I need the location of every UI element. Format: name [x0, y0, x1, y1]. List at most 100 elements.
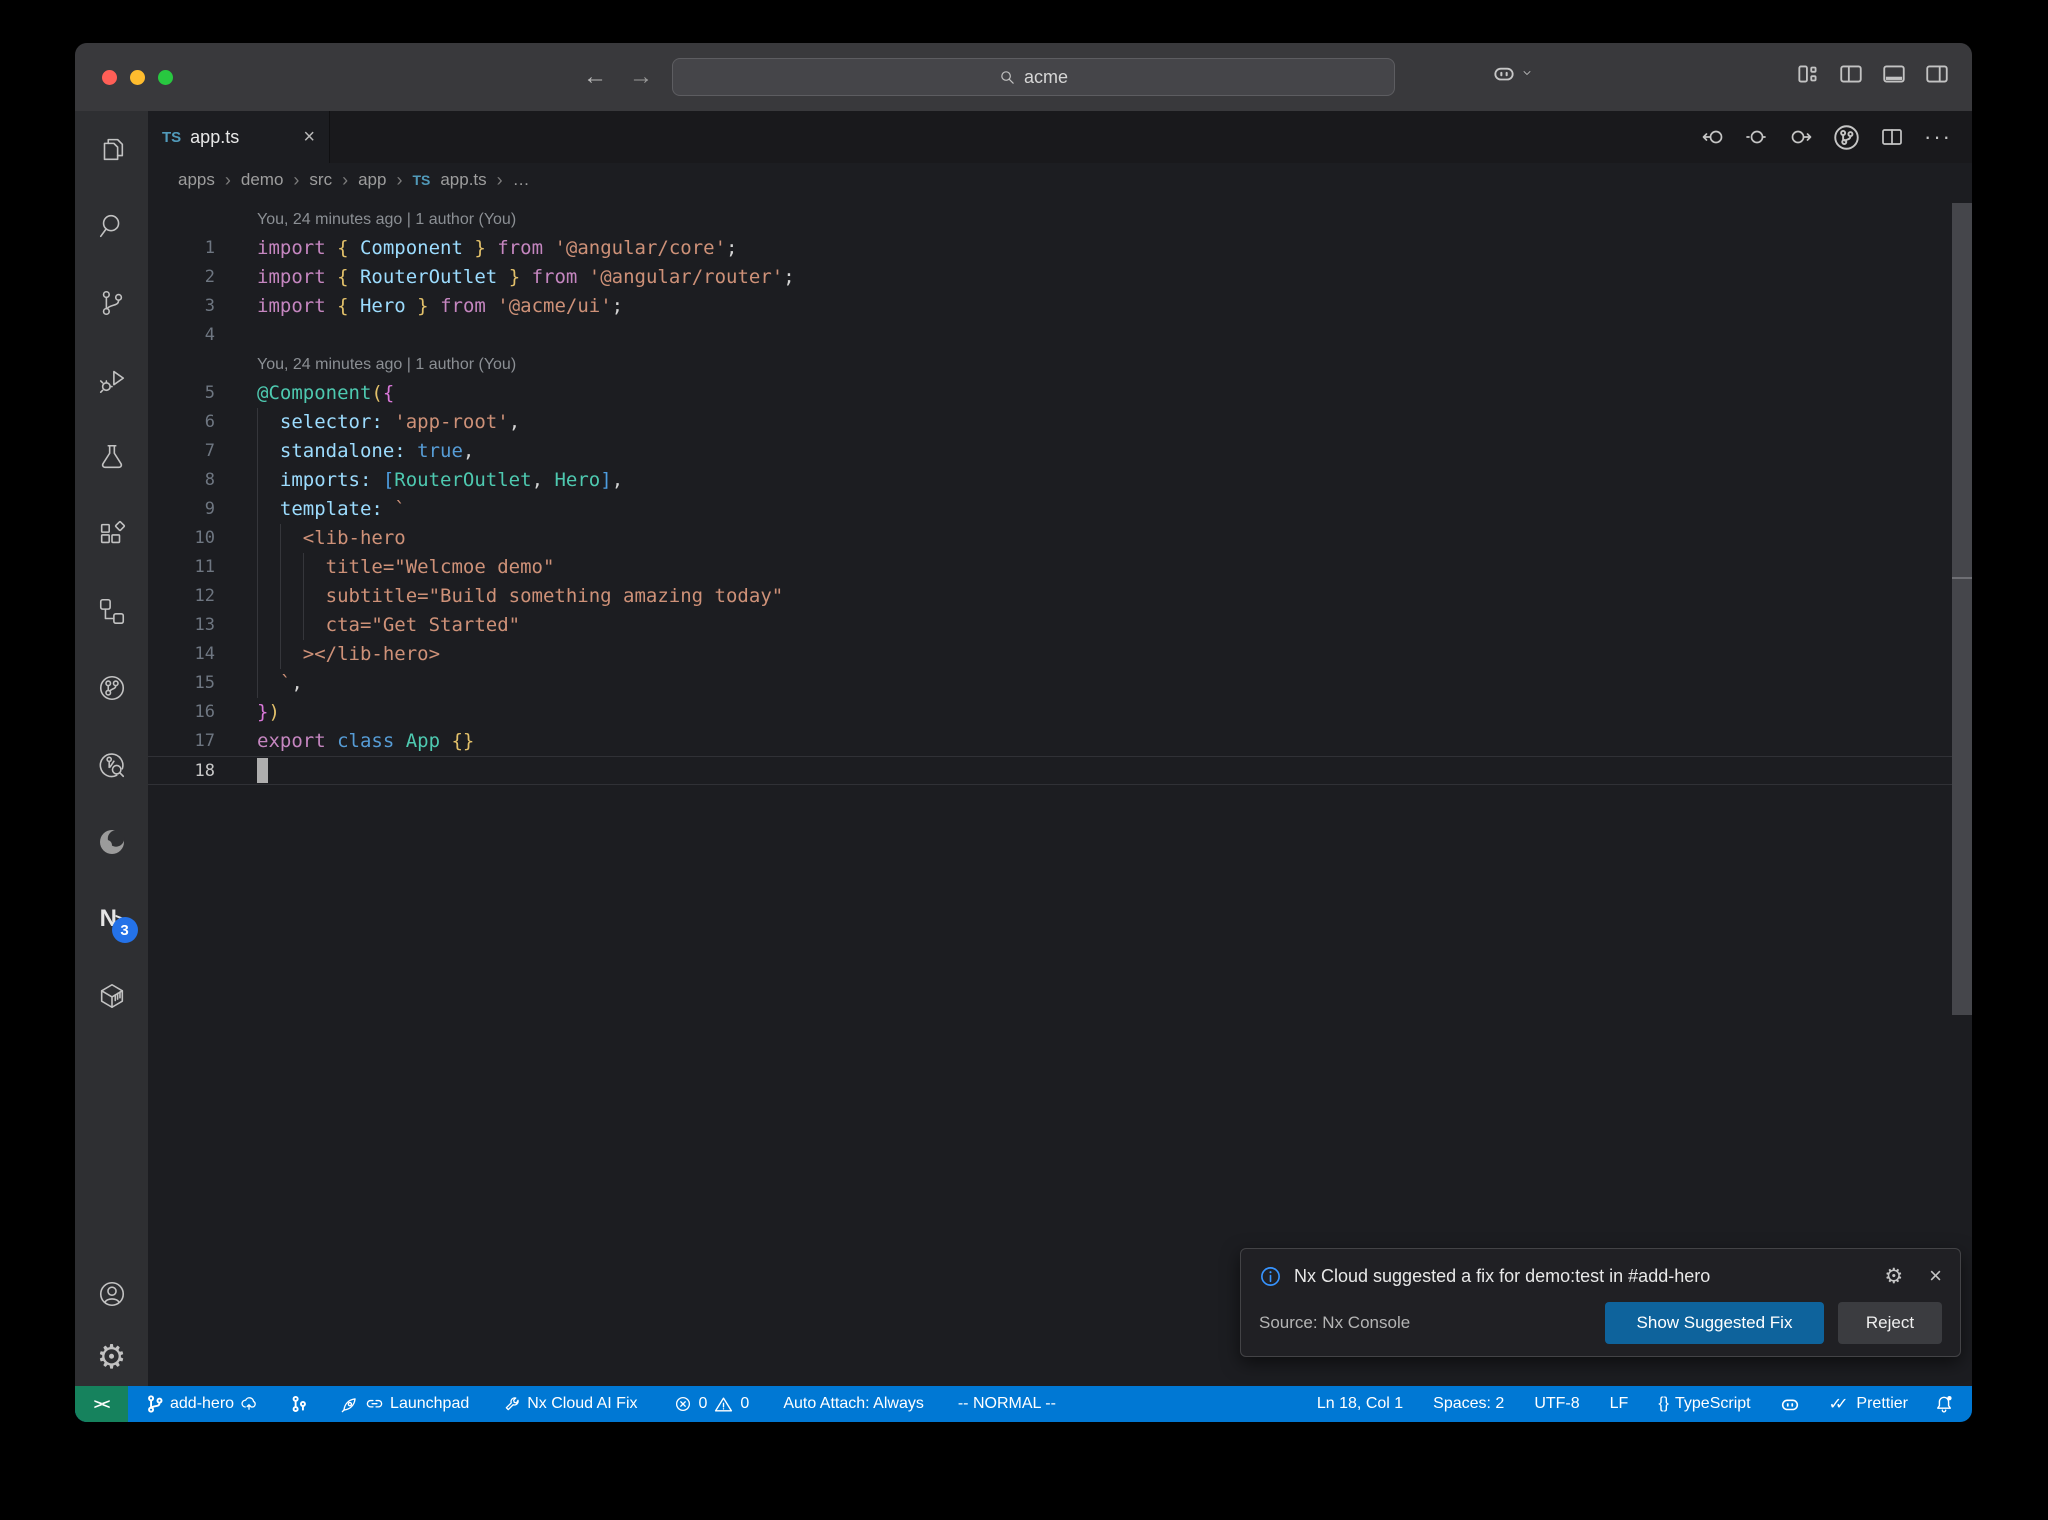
command-center-search[interactable]: acme	[672, 58, 1395, 96]
container-tools-view-button[interactable]	[96, 980, 128, 1012]
notification-toast: Nx Cloud suggested a fix for demo:test i…	[1240, 1248, 1961, 1357]
auto-attach-button[interactable]: Auto Attach: Always	[773, 1386, 934, 1422]
code-line[interactable]: 4	[148, 321, 1972, 350]
source-control-view-button[interactable]	[96, 287, 128, 319]
current-position-icon[interactable]	[1745, 125, 1769, 149]
tab-app-ts[interactable]: TS app.ts ×	[148, 111, 330, 163]
breadcrumb-item[interactable]: apps	[178, 170, 215, 190]
encoding-button[interactable]: UTF-8	[1524, 1386, 1589, 1422]
indent-guide	[303, 553, 304, 640]
zoom-window-button[interactable]	[158, 70, 173, 85]
code-line[interactable]: 17 export class App {}	[148, 727, 1972, 756]
customize-layout-icon[interactable]	[1795, 61, 1821, 87]
toggle-secondary-sidebar-icon[interactable]	[1924, 61, 1950, 87]
files-icon	[103, 138, 123, 161]
breadcrumb-item[interactable]: demo	[241, 170, 284, 190]
history-back-button[interactable]: ←	[583, 63, 607, 91]
tab-close-icon[interactable]: ×	[303, 126, 315, 149]
reject-button[interactable]: Reject	[1838, 1302, 1942, 1344]
code-line[interactable]: 13 cta="Get Started"	[148, 611, 1972, 640]
project-structure-view-button[interactable]	[96, 595, 128, 627]
edge-tools-view-button[interactable]	[96, 826, 128, 858]
code-line[interactable]: 12 subtitle="Build something amazing tod…	[148, 582, 1972, 611]
code-line[interactable]: 8 imports: [RouterOutlet, Hero],	[148, 466, 1972, 495]
indent-guide	[280, 524, 281, 669]
explorer-view-button[interactable]	[96, 133, 128, 165]
code-line[interactable]: 3 import { Hero } from '@acme/ui';	[148, 292, 1972, 321]
remote-indicator-button[interactable]: ><	[75, 1386, 128, 1422]
search-value: acme	[1023, 66, 1068, 87]
activity-bar: N> 3 ⚙	[75, 111, 148, 1386]
code-line[interactable]: 2 import { RouterOutlet } from '@angular/…	[148, 263, 1972, 292]
commit-graph-button[interactable]	[280, 1386, 318, 1422]
close-window-button[interactable]	[102, 70, 117, 85]
close-icon[interactable]: ×	[1929, 1263, 1942, 1289]
go-back-icon[interactable]	[1701, 125, 1725, 149]
code-line[interactable]: 6 selector: 'app-root',	[148, 408, 1972, 437]
notifications-button[interactable]	[1924, 1386, 1964, 1422]
launchpad-button[interactable]: Launchpad	[330, 1386, 479, 1422]
gitlens-view-button[interactable]	[96, 672, 128, 704]
problems-button[interactable]: 0 0	[664, 1386, 760, 1422]
project-graph-icon	[99, 598, 124, 624]
gitlens-inspect-view-button[interactable]	[96, 749, 128, 781]
accounts-button[interactable]	[96, 1278, 128, 1310]
error-icon	[675, 1396, 690, 1412]
typescript-file-icon: TS	[162, 128, 182, 146]
copilot-menu-button[interactable]	[1491, 60, 1533, 86]
settings-button[interactable]: ⚙	[96, 1340, 128, 1373]
search-icon	[1001, 70, 1014, 84]
code-line[interactable]: 16})	[148, 698, 1972, 727]
more-actions-icon[interactable]: ···	[1924, 124, 1952, 150]
code-editor[interactable]: You, 24 minutes ago | 1 author (You) 1 imp…	[148, 197, 1972, 1386]
show-suggested-fix-button[interactable]: Show Suggested Fix	[1605, 1302, 1824, 1344]
breadcrumb-item[interactable]: src	[309, 170, 332, 190]
warning-icon	[715, 1396, 733, 1412]
code-line[interactable]: 7 standalone: true,	[148, 437, 1972, 466]
breadcrumb-item[interactable]: …	[513, 170, 530, 190]
copilot-status-button[interactable]	[1769, 1386, 1811, 1422]
vim-mode-indicator[interactable]: -- NORMAL --	[948, 1386, 1066, 1422]
search-view-button[interactable]	[96, 210, 128, 242]
toggle-panel-icon[interactable]	[1881, 61, 1907, 87]
run-debug-icon	[99, 370, 124, 393]
toggle-primary-sidebar-icon[interactable]	[1838, 61, 1864, 87]
testing-view-button[interactable]	[96, 441, 128, 473]
code-line[interactable]: 14 ></lib-hero>	[148, 640, 1972, 669]
go-forward-icon[interactable]	[1789, 125, 1813, 149]
code-line[interactable]: 9 template: `	[148, 495, 1972, 524]
minimize-window-button[interactable]	[130, 70, 145, 85]
source-control-branch-icon	[102, 290, 122, 316]
code-line[interactable]: 5 @Component({	[148, 379, 1972, 408]
gitlens-inspect-icon	[99, 753, 124, 778]
publish-cloud-icon	[241, 1397, 256, 1410]
history-forward-button[interactable]: →	[629, 63, 653, 91]
split-editor-icon[interactable]	[1880, 125, 1904, 149]
formatter-status-button[interactable]: ✓✓ Prettier	[1819, 1386, 1918, 1422]
gitlens-icon	[99, 675, 124, 701]
extensions-view-button[interactable]	[96, 518, 128, 550]
nx-cloud-fix-button[interactable]: Nx Cloud AI Fix	[493, 1386, 647, 1422]
breadcrumb: apps › demo › src › app › TS app.ts › …	[148, 163, 1972, 197]
code-line[interactable]: 1 import { Component } from '@angular/cor…	[148, 234, 1972, 263]
indent-guide	[257, 408, 258, 698]
editor-scrollbar[interactable]	[1952, 203, 1972, 1015]
indentation-button[interactable]: Spaces: 2	[1423, 1386, 1514, 1422]
code-line[interactable]: 10 <lib-hero	[148, 524, 1972, 553]
language-mode-button[interactable]: {} TypeScript	[1648, 1386, 1760, 1422]
commits-icon	[292, 1395, 306, 1413]
breadcrumb-item[interactable]: app	[358, 170, 386, 190]
notification-settings-icon[interactable]: ⚙	[1884, 1264, 1903, 1289]
eol-button[interactable]: LF	[1600, 1386, 1639, 1422]
nx-console-view-button[interactable]: N> 3	[96, 903, 138, 943]
commit-graph-icon[interactable]	[1833, 124, 1860, 151]
cursor-position-button[interactable]: Ln 18, Col 1	[1307, 1386, 1413, 1422]
breadcrumb-item[interactable]: app.ts	[440, 170, 486, 190]
run-debug-view-button[interactable]	[96, 364, 128, 396]
code-line[interactable]: 11 title="Welcmoe demo"	[148, 553, 1972, 582]
gitlens-blame-annotation[interactable]: You, 24 minutes ago | 1 author (You)	[148, 350, 1972, 379]
code-line[interactable]: 15 `,	[148, 669, 1972, 698]
gitlens-blame-annotation[interactable]: You, 24 minutes ago | 1 author (You)	[148, 205, 1972, 234]
git-branch-button[interactable]: add-hero	[136, 1386, 268, 1422]
code-line[interactable]: 18	[148, 756, 1972, 785]
